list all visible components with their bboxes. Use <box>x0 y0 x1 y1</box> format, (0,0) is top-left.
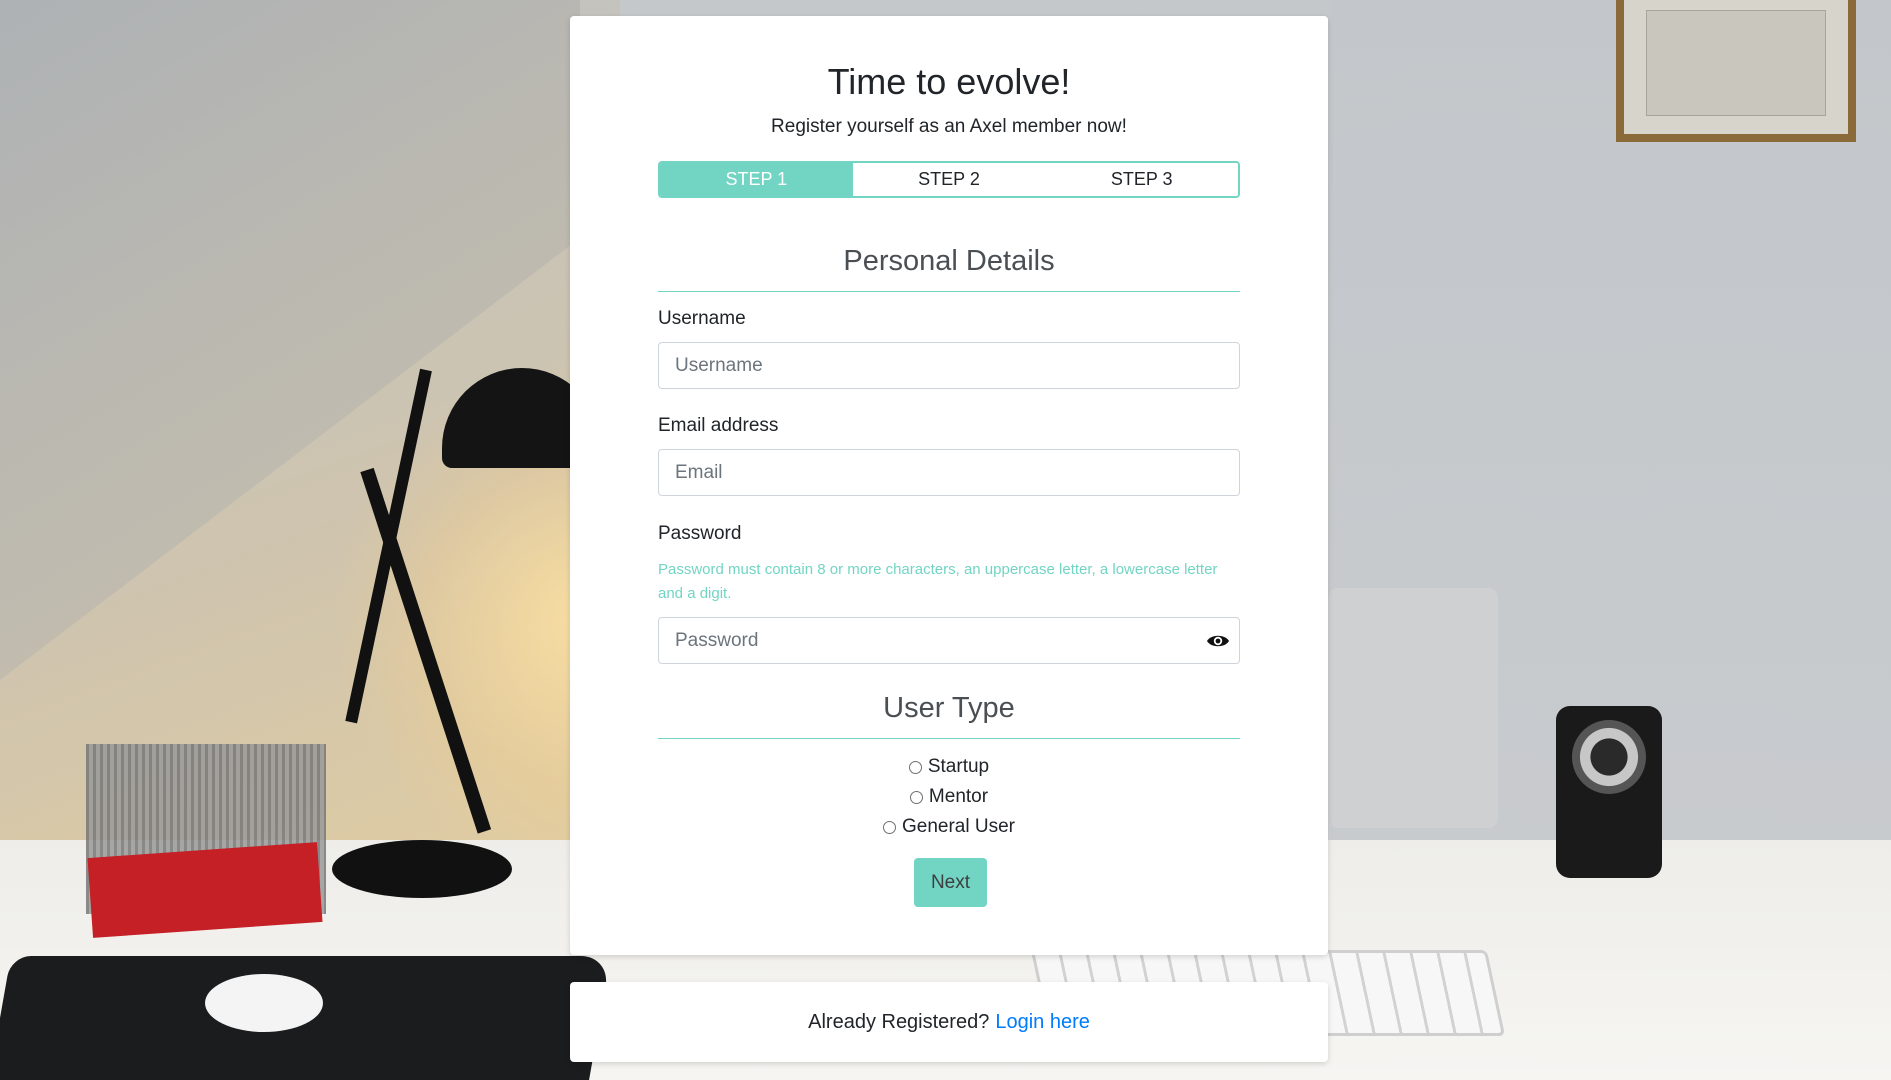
login-prompt-card: Already Registered? Login here <box>570 982 1328 1062</box>
radio-button-mentor[interactable] <box>909 790 923 804</box>
user-type-radio-group: Startup Mentor General User <box>658 752 1240 842</box>
personal-details-heading: Personal Details <box>843 245 1055 277</box>
background-mouse <box>205 974 323 1032</box>
next-button[interactable]: Next <box>914 858 987 907</box>
radio-option-general-user[interactable]: General User <box>883 812 1015 842</box>
radio-label-mentor: Mentor <box>928 786 989 807</box>
step-tab-3[interactable]: STEP 3 <box>1045 163 1238 196</box>
page-subtitle: Register yourself as an Axel member now! <box>771 116 1127 137</box>
radio-button-startup[interactable] <box>908 760 922 774</box>
step-progress: STEP 1 STEP 2 STEP 3 <box>658 161 1240 198</box>
username-label: Username <box>658 308 746 329</box>
registration-card: Time to evolve! Register yourself as an … <box>570 16 1328 955</box>
password-input[interactable] <box>658 617 1240 664</box>
email-input[interactable] <box>658 449 1240 496</box>
user-type-divider <box>658 738 1240 739</box>
page-title: Time to evolve! <box>827 61 1071 102</box>
personal-details-divider <box>658 291 1240 292</box>
radio-label-general-user: General User <box>902 816 1015 837</box>
username-input[interactable] <box>658 342 1240 389</box>
background-picture <box>1646 10 1826 116</box>
background-red-card <box>87 842 323 938</box>
step-tab-1[interactable]: STEP 1 <box>660 163 853 196</box>
background-lamp-base <box>332 840 512 898</box>
email-label: Email address <box>658 415 779 436</box>
radio-label-startup: Startup <box>927 756 990 777</box>
radio-button-general-user[interactable] <box>883 820 896 834</box>
radio-option-startup[interactable]: Startup <box>908 752 990 782</box>
already-registered-text: Already Registered? <box>808 1010 990 1033</box>
background-laptop <box>1328 588 1498 828</box>
password-hint: Password must contain 8 or more characte… <box>658 561 1218 602</box>
background-speaker-ring <box>1572 720 1646 794</box>
radio-option-mentor[interactable]: Mentor <box>909 782 989 812</box>
background-picture-frame <box>1616 0 1856 142</box>
login-link[interactable]: Login here <box>995 1011 1090 1034</box>
eye-icon[interactable] <box>1206 632 1230 650</box>
password-label: Password <box>658 523 742 544</box>
user-type-heading: User Type <box>883 692 1015 724</box>
step-tab-2[interactable]: STEP 2 <box>852 163 1046 196</box>
background-speaker <box>1556 706 1662 878</box>
